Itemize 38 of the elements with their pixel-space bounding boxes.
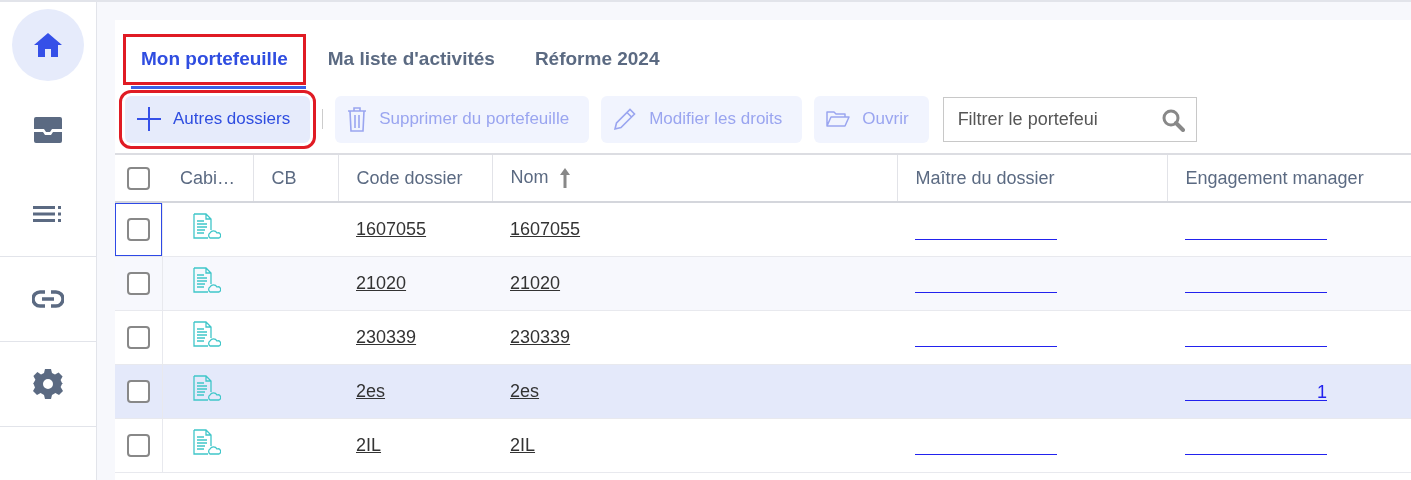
row-checkbox[interactable] <box>126 379 150 403</box>
filter-field[interactable]: Filtrer le portefeui <box>942 96 1197 142</box>
row-checkbox[interactable] <box>126 325 150 349</box>
document-cloud-icon <box>192 429 221 456</box>
column-header[interactable]: Nom <box>510 166 549 187</box>
link-icon <box>32 290 64 308</box>
document-cloud-icon <box>192 321 221 348</box>
dossier-link[interactable]: 21020 <box>510 272 561 293</box>
document-cloud-icon <box>192 267 221 294</box>
dossier-link[interactable]: 230339 <box>356 326 417 347</box>
dossier-link[interactable]: 21020 <box>356 272 407 293</box>
column-header[interactable]: CB <box>271 167 297 188</box>
settings-icon <box>32 368 64 400</box>
dossier-link[interactable]: 2es <box>510 380 540 401</box>
column-header[interactable]: Cabi… <box>180 167 236 188</box>
dossier-link[interactable]: 230339 <box>510 326 571 347</box>
search-icon <box>1160 107 1185 132</box>
row-checkbox[interactable] <box>126 433 150 457</box>
folder-icon <box>826 110 851 128</box>
document-cloud-icon <box>192 375 221 402</box>
trash-icon <box>347 106 368 132</box>
tab[interactable]: Réforme 2024 <box>516 34 678 85</box>
dossier-link[interactable]: 2es <box>356 380 386 401</box>
list-icon <box>33 206 63 222</box>
row-checkbox[interactable] <box>126 271 150 295</box>
pencil-icon <box>613 107 638 131</box>
dossier-link[interactable]: 1607055 <box>356 218 427 239</box>
dossier-link[interactable]: 2IL <box>356 434 382 455</box>
document-cloud-icon <box>192 213 221 241</box>
dossier-link[interactable]: 1607055 <box>510 218 581 239</box>
tab[interactable]: Ma liste d'activités <box>309 34 513 85</box>
sort-up-icon[interactable] <box>558 167 571 190</box>
dossier-link[interactable]: 2IL <box>510 434 536 455</box>
row-checkbox[interactable] <box>126 217 150 241</box>
select-all-checkbox[interactable] <box>127 166 150 190</box>
home-icon <box>33 31 63 58</box>
plus-icon <box>137 107 161 131</box>
inbox-icon <box>33 115 63 144</box>
